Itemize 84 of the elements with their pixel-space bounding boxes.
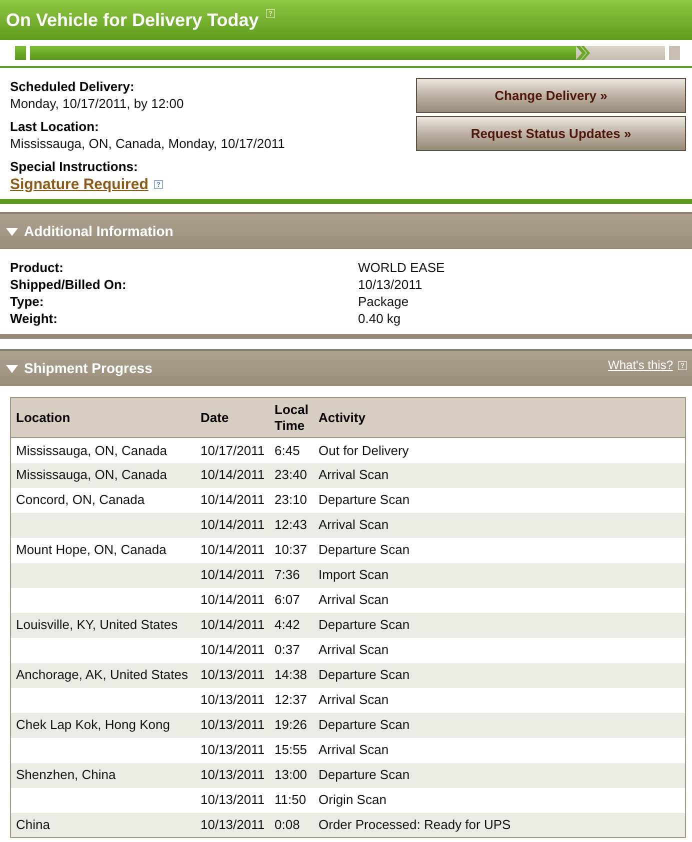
info-value: 10/13/2011 [358,276,422,293]
progress-start-segment [15,46,26,60]
activity-text: Departure Scan [318,767,410,782]
date-text: 10/14/2011 [200,517,265,532]
activity-text: Arrival Scan [318,517,389,532]
time-text: 15:55 [274,742,308,758]
date-text: 10/13/2011 [200,742,265,758]
time-text: 0:37 [274,642,300,658]
activity-text: Out for Delivery [318,442,409,458]
progress-end-segment [669,46,680,60]
date-text: 10/14/2011 [200,592,265,608]
location-text: Mississauga, ON, Canada [16,442,168,458]
location-text: China [16,817,50,832]
activity-text: Arrival Scan [318,467,389,482]
date-text: 10/13/2011 [200,692,265,708]
activity-text: Departure Scan [318,542,410,558]
date-text: 10/17/2011 [200,442,265,458]
location-text: Mississauga, ON, Canada [16,467,168,482]
action-button[interactable]: Request Status Updates » [416,116,686,151]
activity-text: Arrival Scan [318,692,389,708]
date-text: 10/14/2011 [200,467,265,482]
time-text: 12:43 [274,517,308,532]
signature-link[interactable]: Signature Required [10,175,148,194]
activity-text: Origin Scan [318,792,386,808]
time-text: 4:42 [274,617,300,632]
double-chevron-icon [576,46,590,60]
location-text: Shenzhen, China [16,767,116,782]
info-label: Shipped/Billed On: [10,276,128,293]
activity-text: Departure Scan [318,717,410,732]
activity-text: Order Processed: Ready for UPS [318,817,511,832]
info-value: WORLD EASE [358,259,445,276]
info-label: Weight: [10,310,58,327]
location-text: Chek Lap Kok, Hong Kong [16,717,170,732]
date-text: 10/14/2011 [200,642,265,658]
location-text: Anchorage, AK, United States [16,667,188,682]
section-title: Shipment Progress [24,359,152,378]
info-label: Type: [10,293,45,310]
date-text: 10/14/2011 [200,492,265,508]
date-text: 10/14/2011 [200,542,265,558]
time-text: 14:38 [274,667,308,682]
date-text: 10/13/2011 [200,792,265,808]
location-text: Concord, ON, Canada [16,492,145,508]
date-text: 10/13/2011 [200,717,265,732]
action-button[interactable]: Change Delivery » [416,78,686,113]
activity-text: Arrival Scan [318,642,389,658]
help-icon[interactable] [678,360,687,370]
detail-label: Last Location: [10,118,100,135]
status-title: On Vehicle for Delivery Today [6,8,259,32]
detail-value: Monday, 10/17/2011, by 12:00 [10,95,185,112]
info-value: 0.40 kg [358,310,401,327]
disclosure-triangle-icon[interactable] [6,364,18,372]
time-text: 6:07 [274,592,300,608]
date-text: 10/14/2011 [200,617,265,632]
date-text: 10/14/2011 [200,567,265,582]
time-text: 12:37 [274,692,308,708]
date-text: 10/13/2011 [200,667,265,682]
section-title: Additional Information [24,222,174,241]
time-text: 23:10 [274,492,308,508]
time-text: 10:37 [274,542,308,558]
time-text: 0:08 [274,817,300,832]
detail-label: Special Instructions: [10,158,139,175]
time-text: 6:45 [274,442,300,458]
detail-label: Scheduled Delivery: [10,78,136,95]
time-text: 11:50 [274,792,306,808]
location-text: Louisville, KY, United States [16,617,178,632]
time-text: 19:26 [274,717,308,732]
activity-text: Departure Scan [318,617,410,632]
disclosure-triangle-icon[interactable] [6,228,18,236]
info-value: Package [358,293,409,310]
detail-value: Mississauga, ON, Canada, Monday, 10/17/2011 [10,135,285,152]
time-text: 7:36 [274,567,300,582]
activity-text: Arrival Scan [318,592,389,608]
help-icon[interactable] [154,180,164,189]
time-text: 23:40 [274,467,308,482]
date-text: 10/13/2011 [200,767,265,782]
location-text: Mount Hope, ON, Canada [16,542,166,558]
help-icon[interactable] [266,9,275,18]
activity-text: Arrival Scan [318,742,389,758]
time-text: 13:00 [274,767,308,782]
activity-text: Departure Scan [318,492,410,508]
info-label: Product: [10,259,64,276]
activity-text: Import Scan [318,567,389,582]
date-text: 10/13/2011 [200,817,265,832]
activity-text: Departure Scan [318,667,410,682]
